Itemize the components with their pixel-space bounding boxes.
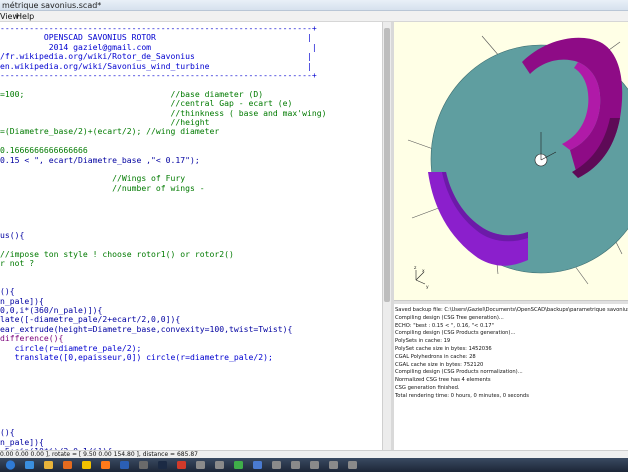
settings-icon[interactable]	[135, 459, 151, 471]
console-line: ECHO: "best : 0.15 < ", 0.16, "< 0.17"	[395, 322, 494, 329]
console-line: CGAL cache size in bytes: 752120	[395, 361, 484, 368]
folder-icon[interactable]	[40, 459, 56, 471]
console-line: Total rendering time: 0 hours, 0 minutes…	[395, 392, 529, 399]
editor-scrollbar-thumb[interactable]	[384, 28, 390, 302]
start-orb-icon[interactable]	[2, 459, 18, 471]
code-line: =(Diametre_base/2)+(ecart/2); //wing dia…	[0, 126, 220, 137]
menu-bar: View Help	[0, 11, 628, 22]
axis-label-z: z	[414, 266, 417, 271]
word-icon[interactable]	[116, 459, 132, 471]
render-canvas: x y z	[407, 35, 628, 290]
console-line: PolySet cache size in bytes: 1452036	[395, 346, 492, 352]
network-icon[interactable]	[249, 459, 265, 471]
app-icon[interactable]	[325, 459, 341, 471]
openscad-icon[interactable]	[78, 459, 94, 471]
3d-viewport[interactable]: x y z	[394, 22, 628, 300]
media-player-icon[interactable]	[97, 459, 113, 471]
chrome-icon[interactable]	[230, 459, 246, 471]
status-bar: 0.00 0.00 0.00 ], rotate = [ 9.50 0.00 1…	[0, 450, 628, 458]
ie-browser-icon[interactable]	[21, 459, 37, 471]
axis-label-y: y	[426, 285, 429, 290]
code-line: r not ?	[0, 258, 35, 268]
axis-label-x: x	[422, 269, 425, 274]
console-line: Compiling design (CSG Products generatio…	[395, 330, 516, 337]
console-line: Saved backup file: C:\Users\Gaziel\Docum…	[395, 307, 628, 313]
title-bar: métrique savonius.scad*	[0, 0, 628, 11]
console-line: CGAL Polyhedrons in cache: 28	[395, 353, 476, 360]
taskbar	[0, 458, 628, 472]
console-output: Saved backup file: C:\Users\Gaziel\Docum…	[394, 304, 628, 450]
code-line: //number of wings -	[0, 182, 205, 193]
code-line: us(){	[0, 229, 25, 240]
window-title: métrique savonius.scad*	[2, 1, 102, 10]
code-line: translate([0,epaisseur,0]) circle(r=diam…	[0, 352, 273, 362]
code-line: 0.15 < ", ecart/Diametre_base ,"< 0.17")…	[0, 154, 200, 165]
editor-scrollbar[interactable]	[382, 22, 391, 450]
console-line: Compiling design (CSG Products normaliza…	[395, 369, 523, 376]
paint-icon[interactable]	[173, 459, 189, 471]
console-line: Normalized CSG tree has 4 elements	[395, 377, 491, 384]
firefox-icon[interactable]	[59, 459, 75, 471]
console-line: Compiling design (CSG Tree generation)..…	[395, 314, 504, 321]
steam-icon[interactable]	[154, 459, 170, 471]
app-icon[interactable]	[268, 459, 284, 471]
console-line: PolySets in cache: 19	[395, 338, 451, 345]
console-line: CSG generation finished.	[395, 385, 460, 391]
app-icon[interactable]	[344, 459, 360, 471]
app-icon[interactable]	[306, 459, 322, 471]
app-icon[interactable]	[287, 459, 303, 471]
code-line: //impose ton style ! choose rotor1() or …	[0, 248, 234, 259]
code-editor[interactable]: ----------------------------------------…	[0, 22, 382, 450]
app-icon[interactable]	[211, 459, 227, 471]
menu-help[interactable]: Help	[16, 11, 34, 22]
code-line: ----------------------------------------…	[0, 70, 317, 80]
app-icon[interactable]	[192, 459, 208, 471]
